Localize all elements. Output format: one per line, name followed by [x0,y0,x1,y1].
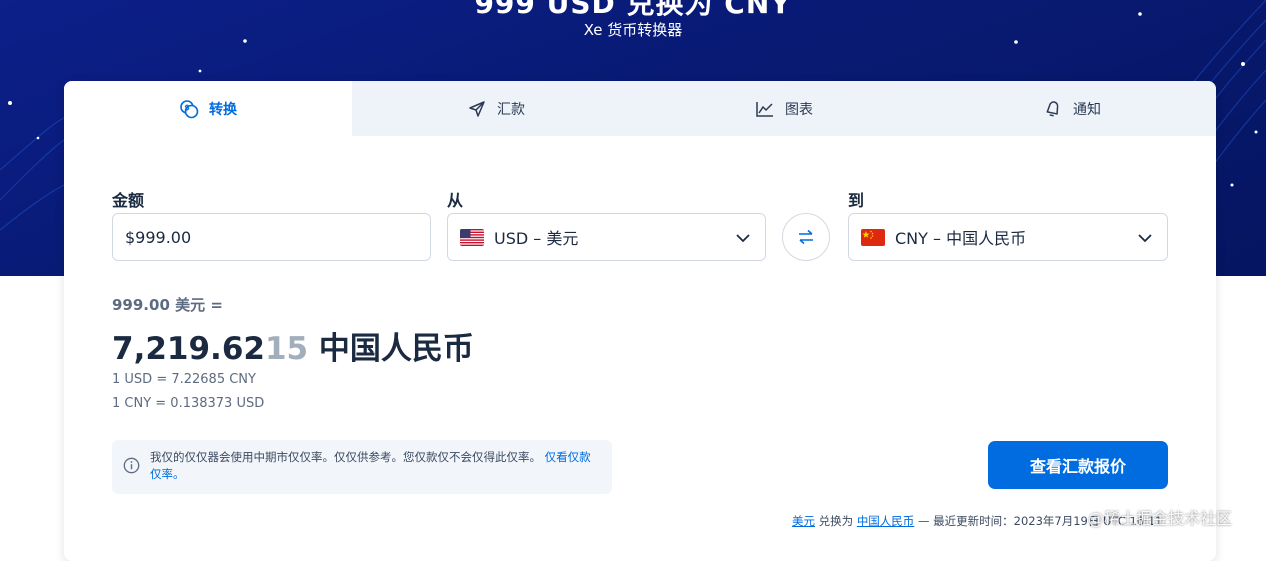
amount-input[interactable] [113,214,430,260]
info-icon [123,457,140,474]
result-amount: 7,219.6215 中国人民币 [112,323,474,368]
tab-alerts-label: 通知 [1073,101,1101,118]
tab-alerts[interactable]: 通知 [928,81,1216,136]
amount-label: 金额 [112,191,145,210]
page-subtitle: Xe 货币转换器 [583,21,683,39]
chart-icon [756,101,773,117]
from-currency-value: USD – 美元 [494,229,579,248]
bell-icon [1046,100,1059,117]
tab-send[interactable]: 汇款 [352,81,640,136]
tab-send-label: 汇款 [497,101,525,118]
result-currency-name: 中国人民币 [308,331,474,367]
converter-card: $ 转换 汇款 图表 通知 金额 从 [64,81,1216,561]
to-currency-select[interactable]: CNY – 中国人民币 [848,213,1168,261]
tab-convert-label: 转换 [209,101,237,118]
footer-text-1: 兑换为 [815,514,857,528]
send-icon [469,100,485,117]
footer-link-cny[interactable]: 中国人民币 [857,514,915,528]
cn-flag-icon [861,228,885,246]
to-currency-value: CNY – 中国人民币 [895,229,1027,248]
amount-field-wrap [112,213,431,261]
swap-currencies-button[interactable] [782,213,830,261]
result-value-dim: 15 [264,331,309,367]
to-label: 到 [848,191,865,210]
view-transfer-quote-button[interactable]: 查看汇款报价 [988,441,1168,489]
result-from-text: 999.00 美元 = [112,296,223,314]
coins-icon: $ [180,99,199,118]
chevron-down-icon [736,234,750,243]
tab-bar: $ 转换 汇款 图表 通知 [64,81,1216,136]
notice-text: 我仅的仅仅器会使用中期市仅仅率。仅仅供参考。您仅款仅不会仅得此仅率。 [150,450,541,464]
chevron-down-icon [1138,234,1152,243]
rate-cny-usd: 1 CNY = 0.138373 USD [112,396,265,411]
from-currency-select[interactable]: USD – 美元 [447,213,766,261]
tab-charts[interactable]: 图表 [640,81,928,136]
us-flag-icon [460,228,484,246]
svg-text:$: $ [184,103,190,112]
rate-usd-cny: 1 USD = 7.22685 CNY [112,372,256,387]
tab-convert[interactable]: $ 转换 [64,81,352,136]
footer-link-usd[interactable]: 美元 [792,514,815,528]
rate-notice: 我仅的仅仅器会使用中期市仅仅率。仅仅供参考。您仅款仅不会仅得此仅率。 仅看仅款仅… [112,440,612,494]
swap-icon [799,229,813,245]
result-value-main: 7,219.62 [112,331,265,367]
watermark: @稀土掘金技术社区 [1088,509,1233,528]
from-label: 从 [447,191,464,210]
tab-charts-label: 图表 [785,101,813,118]
